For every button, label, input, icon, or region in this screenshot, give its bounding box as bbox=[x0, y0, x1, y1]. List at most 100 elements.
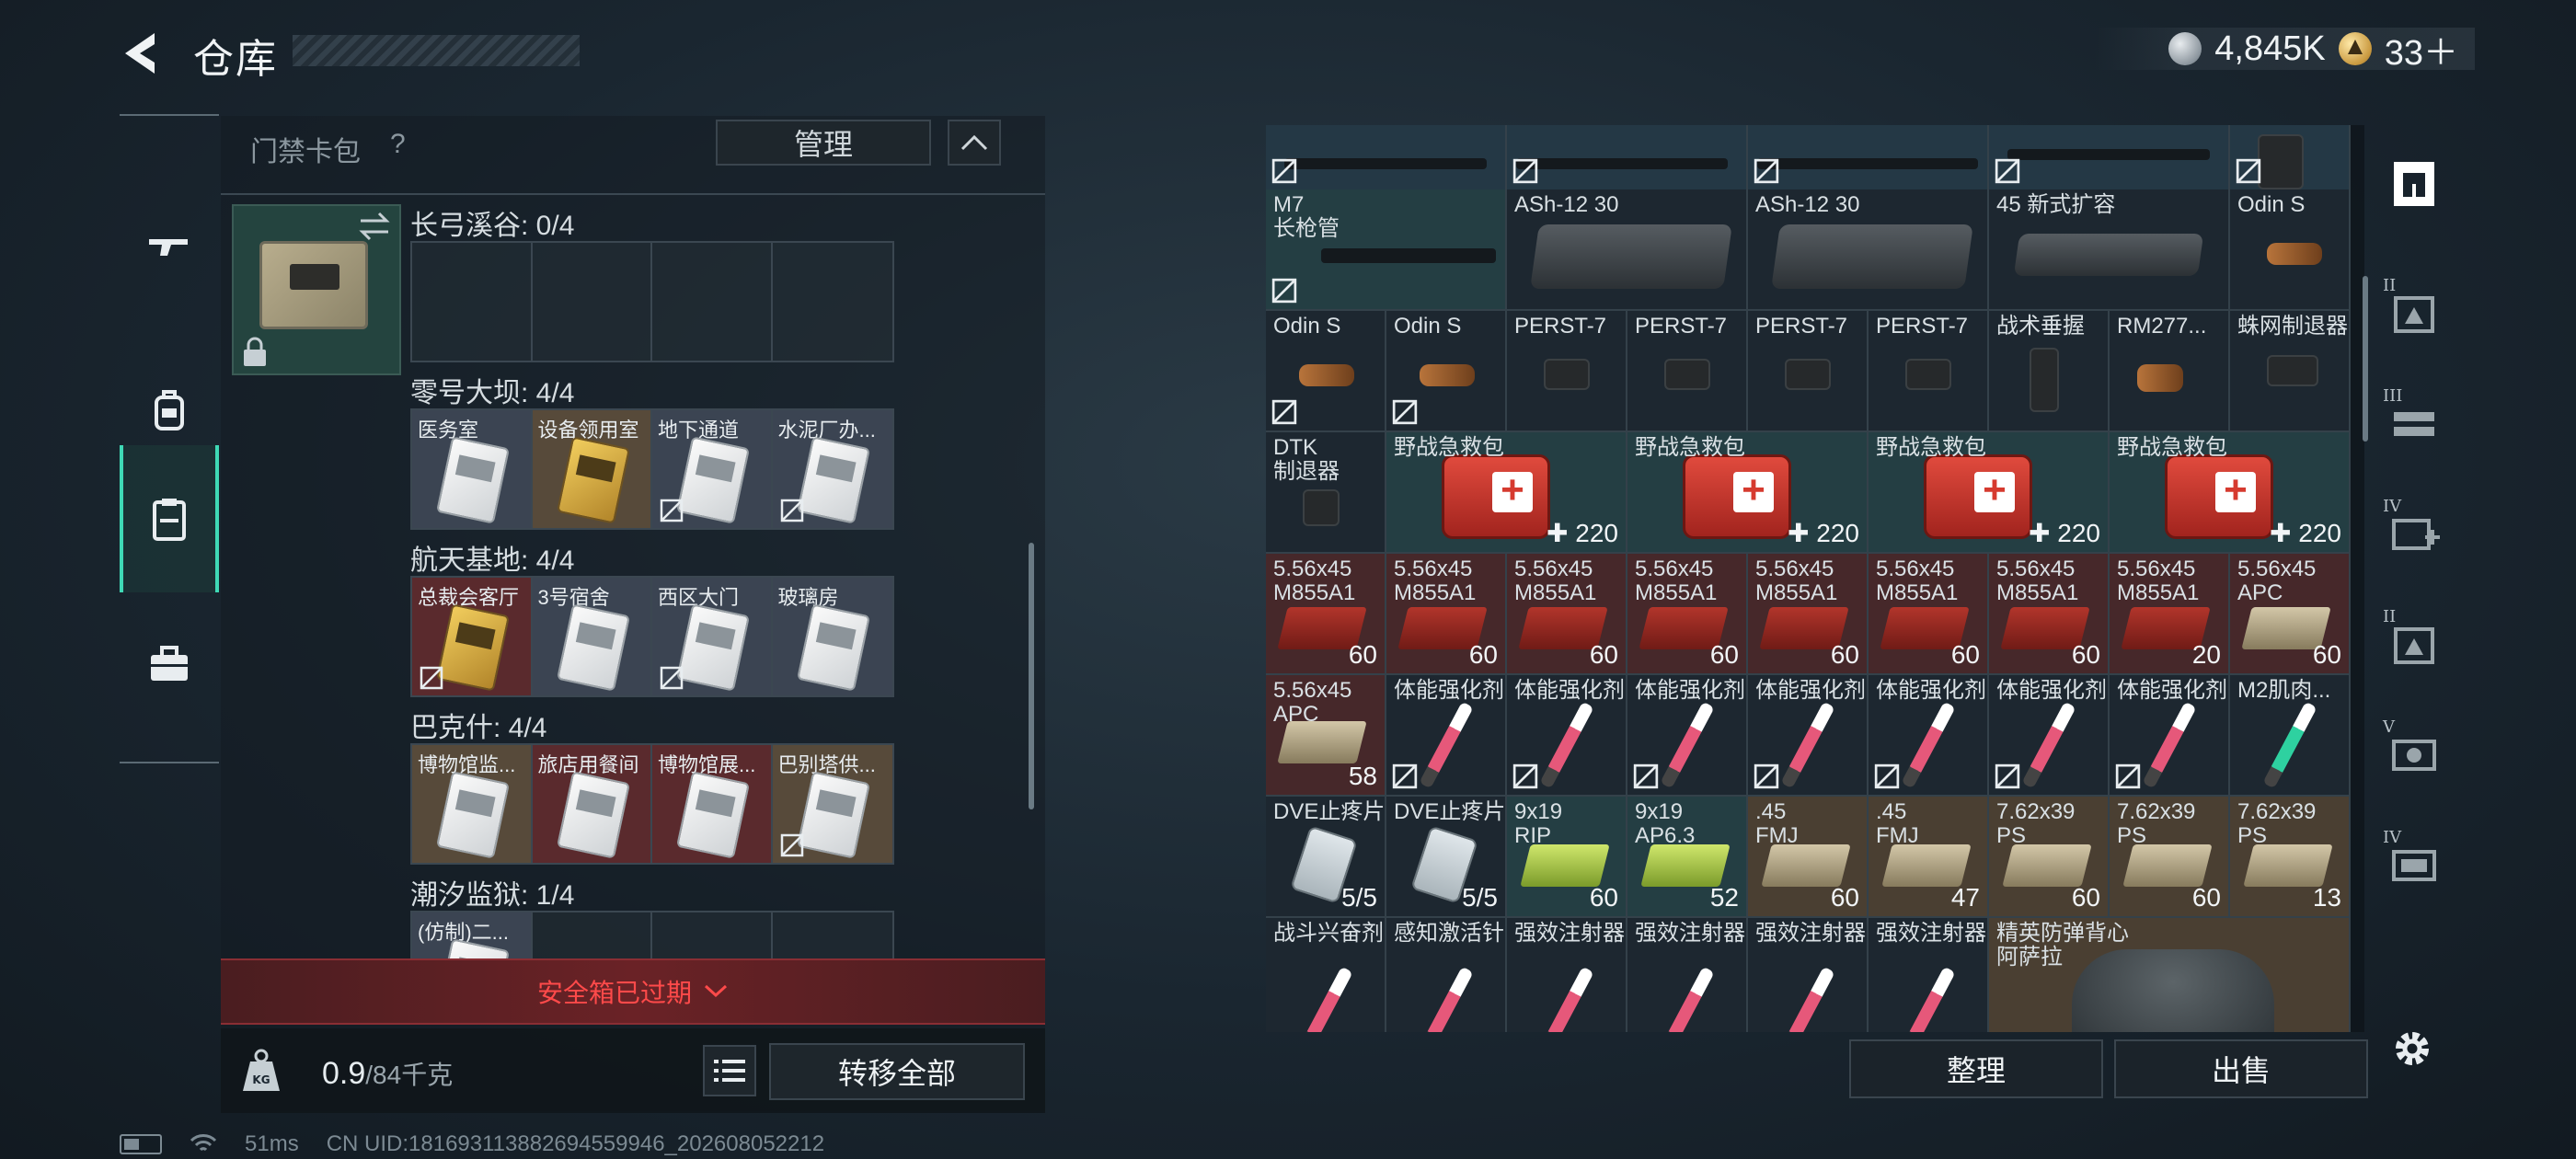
back-arrow-icon[interactable] bbox=[118, 28, 169, 79]
stash-item[interactable]: PERST-7 bbox=[1627, 311, 1748, 432]
swap-icon[interactable] bbox=[355, 210, 394, 243]
stash-item[interactable]: 9x19 RIP 60 bbox=[1507, 797, 1627, 918]
stash-item[interactable]: .45 FMJ 60 bbox=[1748, 797, 1869, 918]
stash-item[interactable]: Odin S bbox=[2230, 189, 2351, 311]
nav-keycards[interactable] bbox=[120, 445, 219, 592]
stash-item[interactable] bbox=[2230, 125, 2351, 191]
item-quantity: 60 bbox=[1589, 640, 1618, 669]
stash-item[interactable]: 5.56x45 M855A1 20 bbox=[2110, 554, 2230, 675]
stash-item[interactable]: 5.56x45 M855A1 60 bbox=[1627, 554, 1748, 675]
stash-item[interactable]: M2肌肉... bbox=[2230, 675, 2351, 797]
item-artwork bbox=[1780, 966, 1835, 1032]
stash-item[interactable]: 战术垂握 bbox=[1989, 311, 2110, 432]
stash-item[interactable]: Odin S bbox=[1266, 311, 1386, 432]
stash-item[interactable]: 45 新式扩容 bbox=[1989, 189, 2230, 311]
stash-item[interactable]: 野战急救包 ✚ 220 bbox=[1627, 432, 1869, 554]
stash-item[interactable]: 强效注射器 bbox=[1507, 918, 1627, 1032]
transfer-all-button[interactable]: 转移全部 bbox=[769, 1043, 1025, 1100]
stash-item[interactable]: 7.62x39 PS 60 bbox=[2110, 797, 2230, 918]
stash-item[interactable]: ASh-12 30 bbox=[1507, 189, 1748, 311]
stash-item[interactable]: 7.62x39 PS 60 bbox=[1989, 797, 2110, 918]
keycard-item[interactable]: 玻璃房 bbox=[772, 578, 892, 695]
empty-keycard-slot[interactable] bbox=[532, 243, 652, 361]
sell-button[interactable]: 出售 bbox=[2114, 1039, 2368, 1098]
stash-item[interactable]: 强效注射器 bbox=[1748, 918, 1869, 1032]
keycard-item[interactable]: 总裁会客厅 bbox=[412, 578, 533, 695]
stash-item[interactable]: PERST-7 bbox=[1748, 311, 1869, 432]
stash-item[interactable]: 7.62x39 PS 13 bbox=[2230, 797, 2351, 918]
stash-item[interactable]: DVE止疼片 5/5 bbox=[1266, 797, 1386, 918]
gear-icon[interactable] bbox=[2386, 1023, 2438, 1074]
stash-item[interactable]: 体能强化剂 bbox=[1386, 675, 1507, 797]
keycard-item[interactable]: 水泥厂办... bbox=[772, 410, 892, 528]
stash-item[interactable]: M7 长枪管 bbox=[1266, 189, 1507, 311]
stash-item[interactable]: DVE止疼片 5/5 bbox=[1386, 797, 1507, 918]
stash-item[interactable]: 精英防弹背心 阿萨拉 bbox=[1989, 918, 2351, 1032]
stash-item[interactable]: 长枪管 bbox=[1266, 125, 1507, 191]
stash-item[interactable]: 强效注射器 bbox=[1627, 918, 1748, 1032]
stash-item[interactable]: 蛛网制退器 bbox=[2230, 311, 2351, 432]
gold-amount[interactable]: 33＋ bbox=[2385, 24, 2458, 75]
storage-tab-2[interactable]: II bbox=[2370, 258, 2458, 368]
stash-item[interactable]: ASh-12 30 bbox=[1748, 189, 1989, 311]
stash-item[interactable]: 长枪管 bbox=[1507, 125, 1748, 191]
stash-item[interactable]: 感知激活针 bbox=[1386, 918, 1507, 1032]
stash-item[interactable]: 5.56x45 M855A1 60 bbox=[1266, 554, 1386, 675]
stash-item[interactable]: DTK 制退器 bbox=[1266, 432, 1386, 554]
collapse-button[interactable] bbox=[948, 120, 1001, 166]
stash-item[interactable]: PERST-7 bbox=[1869, 311, 1989, 432]
keycard-item[interactable]: 地下通道 bbox=[652, 410, 773, 528]
stash-item[interactable]: 超长枪管 bbox=[1748, 125, 1989, 191]
storage-tab-3[interactable]: III bbox=[2370, 368, 2458, 478]
empty-keycard-slot[interactable] bbox=[652, 243, 773, 361]
storage-tab-6[interactable]: V bbox=[2370, 699, 2458, 809]
stash-item[interactable]: 野战急救包 ✚ 220 bbox=[1869, 432, 2110, 554]
empty-keycard-slot[interactable] bbox=[412, 243, 533, 361]
stash-item[interactable]: 5.56x45 M855A1 60 bbox=[1869, 554, 1989, 675]
list-view-button[interactable] bbox=[703, 1045, 756, 1096]
stash-item[interactable]: 5.56x45 M855A1 60 bbox=[1507, 554, 1627, 675]
stash-item[interactable]: 9x19 AP6.3 52 bbox=[1627, 797, 1748, 918]
keycard-scrollbar[interactable] bbox=[1029, 543, 1034, 809]
stash-item[interactable]: .45 FMJ 47 bbox=[1869, 797, 1989, 918]
stash-item[interactable]: 体能强化剂 bbox=[1627, 675, 1748, 797]
stash-item[interactable]: 5.56x45 APC 60 bbox=[2230, 554, 2351, 675]
stash-item[interactable]: 体能强化剂 bbox=[1869, 675, 1989, 797]
keycard-item[interactable]: 博物馆监... bbox=[412, 745, 533, 863]
keycard-item[interactable]: 医务室 bbox=[412, 410, 533, 528]
sort-button[interactable]: 整理 bbox=[1849, 1039, 2103, 1098]
storage-tab-7[interactable]: IV bbox=[2370, 809, 2458, 920]
stash-item[interactable]: 体能强化剂 bbox=[1507, 675, 1627, 797]
expired-banner[interactable]: 安全箱已过期 bbox=[221, 958, 1045, 1025]
stash-item[interactable]: RM277... bbox=[2110, 311, 2230, 432]
stash-item[interactable]: 5.56x45 M855A1 60 bbox=[1989, 554, 2110, 675]
keycard-item[interactable]: 巴别塔供... bbox=[772, 745, 892, 863]
stash-item[interactable]: 野战急救包 ✚ 220 bbox=[1386, 432, 1627, 554]
stash-item[interactable]: 5.56x45 M855A1 60 bbox=[1386, 554, 1507, 675]
stash-scrollbar[interactable] bbox=[2363, 276, 2368, 442]
stash-item[interactable]: 野战急救包 ✚ 220 bbox=[2110, 432, 2351, 554]
keycard-item[interactable]: 3号宿舍 bbox=[532, 578, 652, 695]
nav-weapons[interactable] bbox=[120, 171, 219, 318]
empty-keycard-slot[interactable] bbox=[772, 243, 892, 361]
stash-item[interactable]: 5.56x45 APC 58 bbox=[1266, 675, 1386, 797]
manage-button[interactable]: 管理 bbox=[716, 120, 931, 166]
keycard-item[interactable]: 旅店用餐间 bbox=[532, 745, 652, 863]
storage-tab-safebox[interactable] bbox=[2370, 129, 2458, 239]
stash-item[interactable]: Odin S bbox=[1386, 311, 1507, 432]
stash-item[interactable]: 体能强化剂 bbox=[2110, 675, 2230, 797]
help-icon[interactable]: ? bbox=[390, 129, 406, 160]
stash-item[interactable]: 战斗兴奋剂 bbox=[1266, 918, 1386, 1032]
stash-item[interactable] bbox=[1989, 125, 2230, 191]
keycard-item[interactable]: 设备领用室 bbox=[532, 410, 652, 528]
storage-tab-4[interactable]: IV bbox=[2370, 478, 2458, 589]
stash-item[interactable]: 体能强化剂 bbox=[1748, 675, 1869, 797]
stash-item[interactable]: 体能强化剂 bbox=[1989, 675, 2110, 797]
storage-tab-5[interactable]: II bbox=[2370, 589, 2458, 699]
nav-toolbox[interactable] bbox=[120, 591, 219, 738]
stash-item[interactable]: PERST-7 bbox=[1507, 311, 1627, 432]
keycard-item[interactable]: 博物馆展... bbox=[652, 745, 773, 863]
stash-item[interactable]: 5.56x45 M855A1 60 bbox=[1748, 554, 1869, 675]
keycard-item[interactable]: 西区大门 bbox=[652, 578, 773, 695]
stash-item[interactable]: 强效注射器 bbox=[1869, 918, 1989, 1032]
